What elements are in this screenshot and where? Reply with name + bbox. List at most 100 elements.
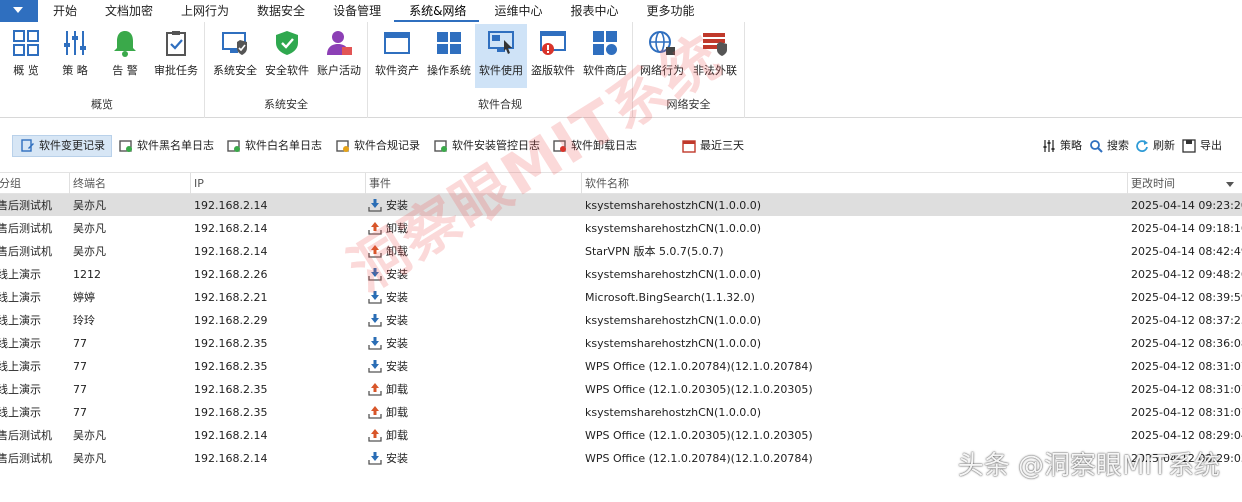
table-row[interactable]: 线上演示 77 192.168.2.35 安装 ksystemsharehostzhCN… xyxy=(0,332,1242,355)
software-change-table: 分组 终端名 IP 事件 软件名称 更改时间 售后测试机 吴亦凡 192.168.2… xyxy=(0,172,1242,470)
windows-logo-icon xyxy=(437,32,461,54)
column-header-terminal[interactable]: 终端名 xyxy=(69,173,190,195)
window-icon xyxy=(384,32,410,54)
cell-ip: 192.168.2.35 xyxy=(194,337,268,350)
tab-software-install-control-log[interactable]: 软件安装管控日志 xyxy=(426,135,546,157)
ribbon-group-software-compliance: 软件资产 操作系统 软件使用 盗版软件 软件商店 软件合规 xyxy=(368,22,633,118)
account-activity-button[interactable]: 账户活动 xyxy=(313,24,365,88)
export-button[interactable]: 导出 xyxy=(1174,135,1228,157)
tab-software-blacklist-log[interactable]: 软件黑名单日志 xyxy=(111,135,220,157)
menu-item-system-network[interactable]: 系统&网络 xyxy=(394,0,480,22)
tab-software-compliance-record[interactable]: 软件合规记录 xyxy=(328,135,426,157)
column-header-group[interactable]: 分组 xyxy=(0,173,70,195)
menu-item-start[interactable]: 开始 xyxy=(38,0,90,22)
cell-ip: 192.168.2.14 xyxy=(194,199,268,212)
cell-ip: 192.168.2.21 xyxy=(194,291,268,304)
pirated-software-button[interactable]: 盗版软件 xyxy=(527,24,579,88)
column-header-ip[interactable]: IP xyxy=(190,173,365,195)
menu-item-device-management[interactable]: 设备管理 xyxy=(318,0,394,22)
cell-terminal: 吴亦凡 xyxy=(73,222,106,235)
menu-item-report-center[interactable]: 报表中心 xyxy=(555,0,631,22)
table-row[interactable]: 线上演示 1212 192.168.2.26 安装 ksystemsharehostzh… xyxy=(0,263,1242,286)
overview-button[interactable]: 概 览 xyxy=(0,24,52,88)
tab-software-uninstall-log[interactable]: 软件卸载日志 xyxy=(545,135,643,157)
operating-system-button[interactable]: 操作系统 xyxy=(423,24,475,88)
cell-terminal: 吴亦凡 xyxy=(73,429,106,442)
refresh-icon xyxy=(1135,139,1149,153)
table-row[interactable]: 售后测试机 吴亦凡 192.168.2.14 卸载 StarVPN 版本 5.0.7(5… xyxy=(0,240,1242,263)
alert-button[interactable]: 告 警 xyxy=(99,24,151,88)
date-range-picker[interactable]: 最近三天 xyxy=(674,135,750,157)
network-behavior-button[interactable]: 网络行为 xyxy=(636,24,688,88)
app-grid-icon xyxy=(593,31,617,55)
download-arrow-icon xyxy=(368,312,382,327)
cell-software: Microsoft.BingSearch(1.1.32.0) xyxy=(585,291,755,304)
tab-software-whitelist-log[interactable]: 软件白名单日志 xyxy=(219,135,328,157)
cell-ip: 192.168.2.35 xyxy=(194,383,268,396)
download-arrow-icon xyxy=(368,289,382,304)
security-software-button[interactable]: 安全软件 xyxy=(261,24,313,88)
table-row[interactable]: 售后测试机 吴亦凡 192.168.2.14 卸载 WPS Office (12.1.0… xyxy=(0,424,1242,447)
cell-software: ksystemsharehostzhCN(1.0.0.0) xyxy=(585,314,762,327)
menu-item-data-security[interactable]: 数据安全 xyxy=(242,0,318,22)
table-row[interactable]: 售后测试机 吴亦凡 192.168.2.14 卸载 ksystemsharehostzh… xyxy=(0,217,1242,240)
cell-event: 卸载 xyxy=(368,240,578,263)
table-row[interactable]: 线上演示 77 192.168.2.35 卸载 ksystemsharehostzhCN… xyxy=(0,401,1242,424)
cell-event: 安装 xyxy=(368,447,578,470)
whitelist-icon xyxy=(227,139,241,153)
cell-time: 2025-04-14 08:42:49 xyxy=(1131,245,1242,258)
table-row[interactable]: 线上演示 77 192.168.2.35 卸载 WPS Office (12.1.0.2… xyxy=(0,378,1242,401)
software-store-button[interactable]: 软件商店 xyxy=(579,24,631,88)
event-label: 安装 xyxy=(386,337,408,350)
event-label: 卸载 xyxy=(386,383,408,396)
software-assets-button[interactable]: 软件资产 xyxy=(371,24,423,88)
cell-group: 线上演示 xyxy=(0,360,41,373)
table-row[interactable]: 线上演示 77 192.168.2.35 安装 WPS Office (12.1.0.2… xyxy=(0,355,1242,378)
cell-event: 安装 xyxy=(368,286,578,309)
illegal-outbound-label: 非法外联 xyxy=(693,64,737,77)
software-usage-button[interactable]: 软件使用 xyxy=(475,24,527,88)
cell-group: 线上演示 xyxy=(0,268,41,281)
event-label: 卸载 xyxy=(386,222,408,235)
column-header-software-name[interactable]: 软件名称 xyxy=(581,173,1127,195)
cell-time: 2025-04-12 08:37:25 xyxy=(1131,314,1242,327)
event-label: 安装 xyxy=(386,291,408,304)
cell-terminal: 吴亦凡 xyxy=(73,452,106,465)
menu-item-web-behavior[interactable]: 上网行为 xyxy=(166,0,242,22)
illegal-outbound-button[interactable]: 非法外联 xyxy=(689,24,741,88)
cell-group: 线上演示 xyxy=(0,406,41,419)
cell-ip: 192.168.2.35 xyxy=(194,406,268,419)
globe-icon xyxy=(649,31,675,55)
cell-ip: 192.168.2.14 xyxy=(194,245,268,258)
cell-software: ksystemsharehostzhCN(1.0.0.0) xyxy=(585,406,762,419)
tab-software-change-log[interactable]: 软件变更记录 xyxy=(12,135,112,157)
cell-ip: 192.168.2.14 xyxy=(194,452,268,465)
menu-item-doc-encrypt[interactable]: 文档加密 xyxy=(90,0,166,22)
download-arrow-icon xyxy=(368,266,382,281)
menu-item-ops-center[interactable]: 运维中心 xyxy=(479,0,555,22)
cell-time: 2025-04-12 08:39:59 xyxy=(1131,291,1242,304)
cell-event: 卸载 xyxy=(368,378,578,401)
column-header-change-time[interactable]: 更改时间 xyxy=(1127,173,1242,195)
change-log-icon xyxy=(21,139,35,153)
refresh-button[interactable]: 刷新 xyxy=(1127,135,1181,157)
app-menu-button[interactable] xyxy=(0,0,38,22)
policy-action-button[interactable]: 策略 xyxy=(1034,135,1088,157)
cell-time: 2025-04-14 09:18:16 xyxy=(1131,222,1242,235)
table-row[interactable]: 售后测试机 吴亦凡 192.168.2.14 安装 ksystemsharehostzh… xyxy=(0,194,1242,217)
cell-software: WPS Office (12.1.0.20305)(12.1.0.20305) xyxy=(585,429,813,442)
shield-check-icon xyxy=(276,31,298,55)
cell-event: 安装 xyxy=(368,309,578,332)
calendar-icon xyxy=(682,139,696,153)
approval-task-button[interactable]: 审批任务 xyxy=(150,24,202,88)
firewall-icon xyxy=(703,33,727,56)
system-security-button[interactable]: 系统安全 xyxy=(209,24,261,88)
cell-terminal: 77 xyxy=(73,360,87,373)
menu-item-more-functions[interactable]: 更多功能 xyxy=(631,0,707,22)
table-row[interactable]: 线上演示 婷婷 192.168.2.21 安装 Microsoft.BingSearch… xyxy=(0,286,1242,309)
window-warning-icon xyxy=(540,31,566,55)
policy-button[interactable]: 策 略 xyxy=(49,24,101,88)
column-header-event[interactable]: 事件 xyxy=(365,173,581,195)
upload-arrow-icon xyxy=(368,404,382,419)
table-row[interactable]: 线上演示 玲玲 192.168.2.29 安装 ksystemsharehostzhCN… xyxy=(0,309,1242,332)
